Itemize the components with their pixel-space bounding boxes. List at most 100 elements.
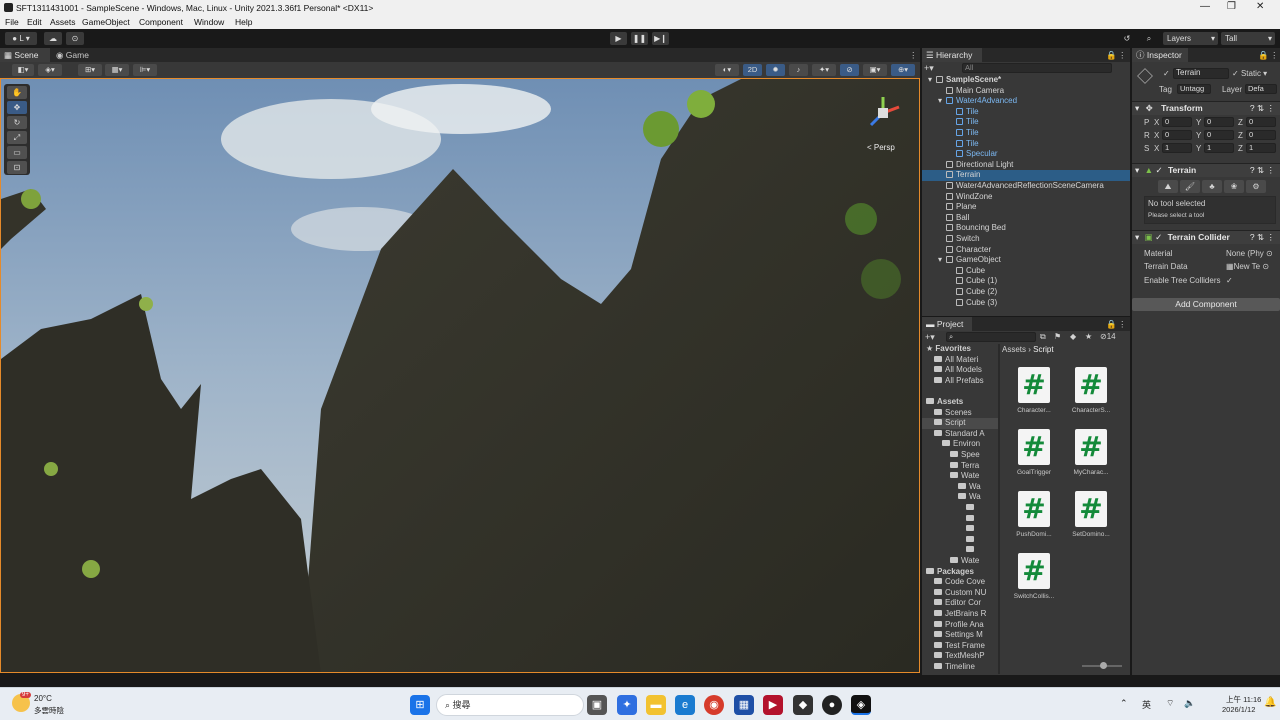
grid-button[interactable]: ▦▾ <box>105 64 129 76</box>
csharp-script-icon[interactable]: # <box>1075 367 1107 403</box>
scale-tool-icon[interactable]: ⤢ <box>7 131 27 144</box>
hierarchy-item[interactable]: Cube (2) <box>922 287 1130 298</box>
hierarchy-item[interactable]: Plane <box>922 202 1130 213</box>
project-tree-item[interactable]: Wate <box>922 471 998 482</box>
axis-label[interactable]: Y <box>1196 144 1201 153</box>
transform-y-input[interactable]: 0 <box>1204 117 1234 127</box>
script-name[interactable]: MyCharac... <box>1066 469 1116 476</box>
terrain-component-header[interactable]: ▾ ▲ ✓ Terrain ? ⇅ ⋮ <box>1132 163 1280 177</box>
hierarchy-item[interactable]: Directional Light <box>922 160 1130 171</box>
menu-file[interactable]: File <box>5 17 19 27</box>
ime-indicator[interactable]: 英 <box>1142 698 1151 711</box>
expand-arrow-icon[interactable]: ▾ <box>938 96 942 107</box>
axis-label[interactable]: Z <box>1238 118 1243 127</box>
active-checkbox[interactable]: ✓ <box>1163 69 1170 78</box>
paint-trees-tool-icon[interactable]: ♣ <box>1202 180 1222 193</box>
hierarchy-item[interactable]: Specular <box>922 149 1130 160</box>
csharp-script-icon[interactable]: # <box>1075 429 1107 465</box>
chevron-up-icon[interactable]: ⌃ <box>1120 698 1128 709</box>
project-tree-item[interactable]: Test Frame <box>922 641 998 652</box>
menu-edit[interactable]: Edit <box>27 17 42 27</box>
project-tree-item[interactable] <box>922 535 998 546</box>
recorder-icon[interactable]: ● <box>822 695 842 715</box>
effects-toggle-icon[interactable]: ✦▾ <box>812 64 836 76</box>
hidden-count-badge[interactable]: ⊘14 <box>1100 332 1116 341</box>
project-tree-item[interactable] <box>922 545 998 556</box>
project-tree-item[interactable]: Environ <box>922 439 998 450</box>
project-tree-item[interactable]: Terra <box>922 461 998 472</box>
project-search-input[interactable]: ⌕ <box>946 332 1036 342</box>
volume-icon[interactable]: 🔈 <box>1184 698 1195 709</box>
project-tree-item[interactable]: Code Cove <box>922 577 998 588</box>
object-name-input[interactable]: Terrain <box>1173 68 1229 79</box>
project-tree-item[interactable]: Assets <box>922 397 998 408</box>
search-icon[interactable]: ⌕ <box>1140 32 1158 45</box>
shading-mode-button[interactable]: ◈▾ <box>38 64 62 76</box>
hierarchy-item[interactable]: Tile <box>922 139 1130 150</box>
project-tree-item[interactable]: Scenes <box>922 408 998 419</box>
transform-z-input[interactable]: 0 <box>1246 117 1276 127</box>
transform-y-input[interactable]: 1 <box>1204 143 1234 153</box>
tab-scene[interactable]: ▦ Scene <box>0 48 50 62</box>
terrain-data-field[interactable]: ▦New Te ⊙ <box>1226 262 1269 271</box>
hidden-objects-icon[interactable]: ⊘ <box>840 64 859 76</box>
breadcrumb-script[interactable]: Script <box>1033 345 1053 354</box>
material-field[interactable]: None (Phy ⊙ <box>1226 249 1273 258</box>
tag-dropdown[interactable]: Untagg <box>1177 84 1211 94</box>
tab-project[interactable]: ▬ Project <box>922 317 972 331</box>
terrain-settings-tool-icon[interactable]: ⚙ <box>1246 180 1266 193</box>
copilot-icon[interactable]: ✦ <box>617 695 637 715</box>
close-button[interactable]: ✕ <box>1256 1 1264 12</box>
grid-snap-button[interactable]: ⊞▾ <box>78 64 102 76</box>
axis-label[interactable]: Z <box>1238 131 1243 140</box>
menu-component[interactable]: Component <box>139 17 183 27</box>
expand-arrow-icon[interactable]: ▾ <box>938 255 942 266</box>
unity-editor-icon[interactable]: ◈ <box>851 695 871 715</box>
enabled-checkbox[interactable]: ✓ <box>1155 165 1162 175</box>
transform-x-input[interactable]: 1 <box>1162 143 1192 153</box>
csharp-script-icon[interactable]: # <box>1018 553 1050 589</box>
project-tree-item[interactable]: JetBrains R <box>922 609 998 620</box>
task-view-icon[interactable]: ▣ <box>587 695 607 715</box>
menu-gameobject[interactable]: GameObject <box>82 17 130 27</box>
rect-tool-icon[interactable]: ▭ <box>7 146 27 159</box>
scene-menu-icon[interactable]: ⋮ <box>905 48 922 62</box>
axis-label[interactable]: X <box>1154 144 1159 153</box>
kebab-menu-icon[interactable]: ⋮ <box>1114 317 1131 331</box>
filter-label-tag-icon[interactable]: ◆ <box>1070 332 1076 341</box>
create-terrain-tool-icon[interactable]: ⛰ <box>1158 180 1178 193</box>
project-tree-item[interactable]: ★ Favorites <box>922 344 998 355</box>
project-tree-item[interactable] <box>922 503 998 514</box>
hierarchy-item[interactable]: Tile <box>922 107 1130 118</box>
zoom-slider-thumb[interactable] <box>1100 662 1107 669</box>
transform-y-input[interactable]: 0 <box>1204 130 1234 140</box>
project-tree-item[interactable]: Profile Ana <box>922 620 998 631</box>
menu-assets[interactable]: Assets <box>50 17 76 27</box>
rotate-tool-icon[interactable]: ↻ <box>7 116 27 129</box>
audio-toggle-icon[interactable]: ♪ <box>789 64 808 76</box>
kebab-menu-icon[interactable]: ⋮ <box>1114 48 1131 62</box>
menu-help[interactable]: Help <box>235 17 252 27</box>
favorite-icon[interactable]: ★ <box>1085 332 1092 341</box>
project-tree-item[interactable]: All Prefabs <box>922 376 998 387</box>
project-tree-item[interactable]: Standard A <box>922 429 998 440</box>
weather-text[interactable]: 多雲時陰 <box>34 705 64 716</box>
hierarchy-item[interactable]: WindZone <box>922 192 1130 203</box>
unity-hub-icon[interactable]: ◆ <box>793 695 813 715</box>
cloud-icon[interactable]: ☁ <box>44 32 62 45</box>
filter-label-icon[interactable]: ⚑ <box>1054 332 1061 341</box>
terrain-collider-header[interactable]: ▾ ▣ ✓ Terrain Collider ? ⇅ ⋮ <box>1132 230 1280 244</box>
hierarchy-search-input[interactable]: All <box>962 63 1112 73</box>
component-menu-icon[interactable]: ? ⇅ ⋮ <box>1250 102 1275 115</box>
tab-hierarchy[interactable]: ☰ Hierarchy <box>922 48 982 62</box>
file-explorer-icon[interactable]: ▬ <box>646 695 666 715</box>
breadcrumb-assets[interactable]: Assets <box>1002 345 1026 354</box>
kebab-menu-icon[interactable]: ⋮ <box>1266 48 1280 62</box>
transform-x-input[interactable]: 0 <box>1162 117 1192 127</box>
menu-window[interactable]: Window <box>194 17 224 27</box>
csharp-script-icon[interactable]: # <box>1018 367 1050 403</box>
transform-z-input[interactable]: 1 <box>1246 143 1276 153</box>
zoom-slider[interactable] <box>1082 662 1122 669</box>
hierarchy-item[interactable]: ▾ GameObject <box>922 255 1130 266</box>
history-icon[interactable]: ↺ <box>1118 32 1136 45</box>
